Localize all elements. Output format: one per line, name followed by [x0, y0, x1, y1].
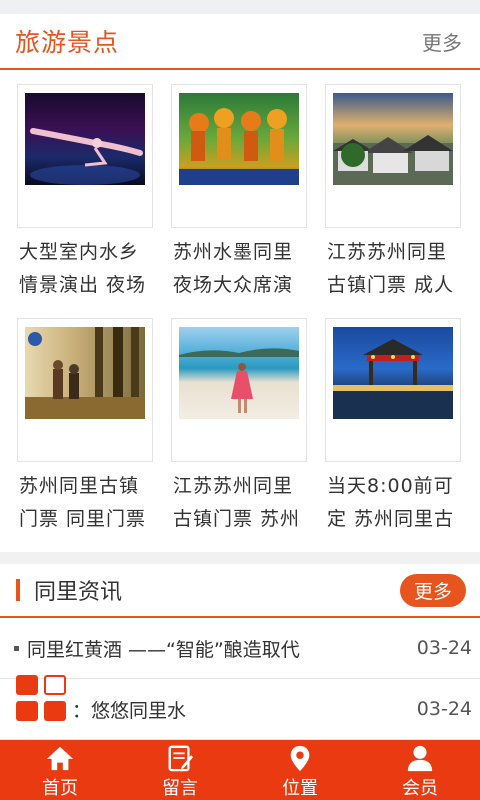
attractions-title: 旅游景点 [15, 28, 120, 57]
caption-line: 苏州水墨同里 [173, 241, 294, 263]
tab-label: 首页 [42, 778, 78, 799]
attraction-image-frame [171, 318, 307, 462]
caption-line: 情景演出 夜场 [19, 274, 147, 296]
grid-square-icon [44, 701, 66, 721]
news-item-left: 同里红黄酒 ——“智能”酿造取代 [14, 635, 300, 662]
home-icon [46, 746, 74, 771]
news-item-text: 同里红黄酒 ——“智能”酿造取代 [27, 638, 300, 661]
caption-line: 古镇门票 成人 [327, 274, 455, 296]
attraction-image-frame [17, 84, 153, 228]
tab-member[interactable]: 会员 [360, 740, 480, 800]
news-item-date: 03-24 [416, 698, 472, 720]
attractions-header: 旅游景点 更多 [0, 14, 480, 70]
attraction-caption: 苏州同里古镇 门票 同里门票 [9, 462, 161, 536]
news-header: 同里资讯 更多 [0, 564, 480, 618]
caption-line: 门票 同里门票 [19, 508, 147, 530]
attraction-caption: 大型室内水乡 情景演出 夜场 [9, 228, 161, 302]
caption-line: 古镇门票 苏州 [173, 508, 301, 530]
tab-home[interactable]: 首页 [0, 740, 120, 800]
grid-square-icon [16, 701, 38, 721]
attraction-caption: 苏州水墨同里 夜场大众席演 [163, 228, 315, 302]
caption-line: 大型室内水乡 [19, 241, 140, 263]
tab-message[interactable]: 留言 [120, 740, 240, 800]
caption-line: 当天8:00前可 [327, 475, 454, 497]
tab-location[interactable]: 位置 [240, 740, 360, 800]
caption-line: 江苏苏州同里 [327, 241, 448, 263]
attractions-section: 旅游景点 更多 大型室内水乡 情景演出 夜场 苏州水墨同里 夜场大众席演 江苏苏… [0, 14, 480, 552]
news-title: 同里资讯 [16, 574, 122, 606]
attraction-image [25, 327, 145, 419]
location-icon [290, 745, 310, 772]
caption-line: 定 苏州同里古 [327, 508, 455, 530]
attraction-caption: 当天8:00前可 定 苏州同里古 [317, 462, 469, 536]
attraction-caption: 江苏苏州同里 古镇门票 成人 [317, 228, 469, 302]
attraction-card[interactable]: 苏州同里古镇 门票 同里门票 [9, 318, 161, 552]
attraction-image [333, 327, 453, 419]
tab-label: 留言 [162, 778, 198, 799]
news-title-text: 同里资讯 [34, 580, 123, 605]
attraction-image [333, 93, 453, 185]
attraction-image-frame [325, 318, 461, 462]
section-gap [0, 552, 480, 564]
news-item-text: ：悠悠同里水 [72, 699, 187, 722]
news-item[interactable]: ：悠悠同里水 03-24 [0, 679, 480, 740]
bullet-icon [14, 645, 19, 651]
attraction-card[interactable]: 江苏苏州同里 古镇门票 成人 [317, 84, 469, 318]
grid-square-icon [16, 675, 38, 695]
attraction-image-frame [325, 84, 461, 228]
news-item-date: 03-24 [416, 637, 472, 659]
grid-square-icon [44, 675, 66, 695]
bottom-tab-bar: 首页 留言 位置 会员 [0, 740, 480, 800]
tab-label: 会员 [402, 778, 438, 799]
tab-label: 位置 [282, 778, 318, 799]
attraction-card[interactable]: 当天8:00前可 定 苏州同里古 [317, 318, 469, 552]
attractions-grid: 大型室内水乡 情景演出 夜场 苏州水墨同里 夜场大众席演 江苏苏州同里 古镇门票… [0, 70, 480, 552]
user-icon [407, 745, 433, 772]
attraction-image [179, 93, 299, 185]
attraction-image [25, 93, 145, 185]
attraction-image-frame [171, 84, 307, 228]
news-section: 同里资讯 更多 同里红黄酒 ——“智能”酿造取代 03-24 ：悠悠同里水 03… [0, 564, 480, 740]
caption-line: 苏州同里古镇 [19, 475, 140, 497]
attraction-image [179, 327, 299, 419]
caption-line: 江苏苏州同里 [173, 475, 294, 497]
attraction-caption: 江苏苏州同里 古镇门票 苏州 [163, 462, 315, 536]
attraction-card[interactable]: 大型室内水乡 情景演出 夜场 [9, 84, 161, 318]
attractions-more-link[interactable]: 更多 [422, 27, 462, 56]
title-accent-bar [16, 579, 20, 601]
caption-line: 夜场大众席演 [173, 274, 294, 296]
top-strip [0, 0, 480, 14]
attraction-card[interactable]: 苏州水墨同里 夜场大众席演 [163, 84, 315, 318]
news-item[interactable]: 同里红黄酒 ——“智能”酿造取代 03-24 [0, 618, 480, 679]
news-more-button[interactable]: 更多 [399, 573, 466, 607]
attraction-image-frame [17, 318, 153, 462]
message-icon [168, 745, 194, 772]
floating-grid-icon[interactable] [16, 675, 68, 723]
attraction-card[interactable]: 江苏苏州同里 古镇门票 苏州 [163, 318, 315, 552]
